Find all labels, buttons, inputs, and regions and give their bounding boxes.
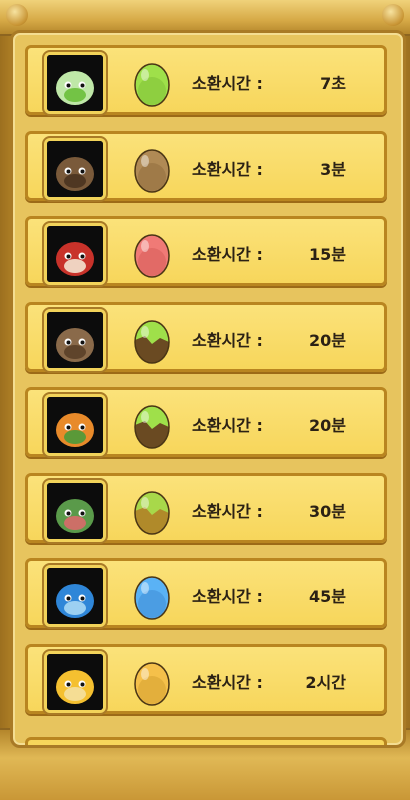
wooden-frame: 소환시간 : 7초 소환시간 : 3분 소환시간 : 15분 소환시간 : 20분 소환…	[0, 0, 410, 800]
partial-list-row	[25, 737, 387, 745]
brown-mole-monster-icon[interactable]	[44, 308, 106, 371]
summon-time-label: 소환시간 :	[192, 416, 263, 435]
green-turtle-monster-icon[interactable]	[44, 479, 106, 542]
summon-time-label: 소환시간 :	[192, 501, 263, 521]
summon-time-label: 소환시간 :	[192, 245, 263, 264]
blue-egg-icon	[132, 574, 172, 620]
summon-row[interactable]: 소환시간 : 45분	[25, 558, 387, 628]
gold-egg-icon	[132, 660, 172, 706]
summon-row[interactable]: 소환시간 : 30분	[25, 472, 387, 543]
brown-egg-icon	[132, 147, 172, 193]
blue-seal-monster-icon[interactable]	[44, 565, 106, 627]
red-egg-icon	[132, 232, 172, 278]
summon-row[interactable]: 소환시간 : 2시간	[25, 643, 387, 714]
summon-time-label: 소환시간 :	[192, 672, 263, 692]
summon-time-label: 소환시간 :	[192, 74, 263, 93]
summon-row[interactable]: 소환시간 : 20분	[25, 301, 387, 372]
summon-time-value: 20분	[309, 416, 346, 435]
summon-time-value: 3분	[320, 159, 346, 179]
summon-time-value: 45분	[309, 587, 346, 606]
summon-time-value: 30분	[309, 501, 346, 521]
summon-row[interactable]: 소환시간 : 20분	[25, 387, 387, 457]
summon-time-value: 7초	[320, 74, 346, 93]
green-brown-egg-icon	[132, 318, 172, 364]
green-sprout-blob-icon[interactable]	[44, 52, 106, 114]
brown-rabbit-monster-icon[interactable]	[44, 137, 106, 200]
summon-row[interactable]: 소환시간 : 15분	[25, 216, 387, 286]
summon-row[interactable]: 소환시간 : 3분	[25, 130, 387, 201]
summon-time-label: 소환시간 :	[192, 330, 263, 350]
yellow-chick-monster-icon[interactable]	[44, 650, 106, 713]
red-panda-monster-icon[interactable]	[44, 223, 106, 285]
corner-knob-icon	[382, 4, 404, 26]
summon-time-label: 소환시간 :	[192, 159, 263, 179]
green-yellow-egg-icon	[132, 489, 172, 535]
green-brown-egg-icon	[132, 403, 172, 449]
summon-time-label: 소환시간 :	[192, 587, 263, 606]
orange-bird-monster-icon[interactable]	[44, 394, 106, 456]
summon-row[interactable]: 소환시간 : 7초	[25, 45, 387, 115]
summon-time-value: 15분	[309, 245, 346, 264]
summon-time-value: 2시간	[305, 672, 346, 692]
green-egg-icon	[132, 61, 172, 107]
summon-time-list[interactable]: 소환시간 : 7초 소환시간 : 3분 소환시간 : 15분 소환시간 : 20분 소환…	[10, 30, 406, 748]
summon-time-value: 20분	[309, 330, 346, 350]
corner-knob-icon	[6, 4, 28, 26]
